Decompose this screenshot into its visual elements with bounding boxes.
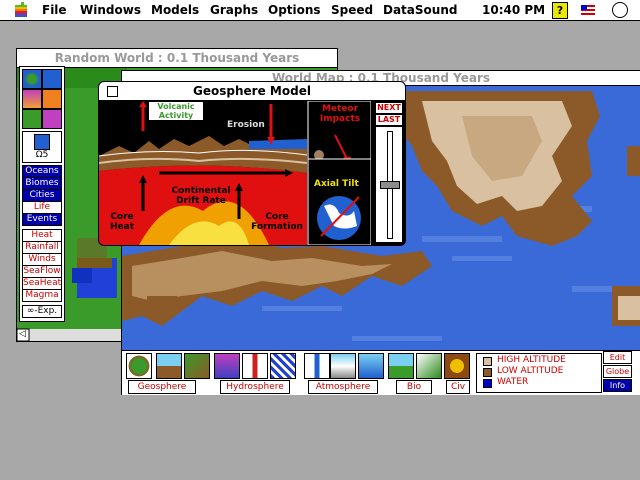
tab-atmosphere[interactable]: Atmosphere <box>308 380 378 394</box>
model-slider[interactable] <box>375 126 403 243</box>
tab-hydrosphere[interactable]: Hydrosphere <box>220 380 290 394</box>
menu-datasound[interactable]: DataSound <box>383 3 457 17</box>
altitude-legend: HIGH ALTITUDE LOW ALTITUDE WATER <box>476 353 602 393</box>
edit-button[interactable]: Edit <box>603 351 632 364</box>
core-formation-label[interactable]: Core Formation <box>249 212 305 232</box>
menu-clock[interactable]: 10:40 PM <box>482 3 545 17</box>
slider-thumb[interactable] <box>380 181 400 189</box>
omega-panel[interactable]: Ω5 <box>22 131 62 163</box>
legend-swatch-high <box>483 357 492 366</box>
world-map-toolbar: Geosphere Hydrosphere Atmosphere Bio Civ… <box>122 350 640 395</box>
omega-label: Ω5 <box>35 150 49 160</box>
grab-tool-icon[interactable] <box>42 89 62 109</box>
geosphere-model-title[interactable]: Geosphere Model <box>99 82 405 101</box>
biome-tool-icon[interactable] <box>388 353 414 379</box>
legend-swatch-low <box>483 368 492 377</box>
omega-icon <box>34 134 50 150</box>
apple-menu-icon[interactable] <box>15 2 29 18</box>
legend-low-altitude: LOW ALTITUDE <box>497 366 564 376</box>
water-tool-icon[interactable] <box>270 353 296 379</box>
thermometer-tool-icon[interactable] <box>242 353 268 379</box>
help-icon[interactable]: ? <box>552 2 568 19</box>
legend-high-altitude: HIGH ALTITUDE <box>497 355 566 365</box>
layer-oceans[interactable]: Oceans <box>23 166 61 178</box>
erase-tool-icon[interactable] <box>42 109 62 129</box>
axial-tilt-label[interactable]: Axial Tilt <box>314 179 359 189</box>
mountain-tool-icon[interactable] <box>156 353 182 379</box>
data-layer-winds[interactable]: Winds <box>23 254 61 266</box>
legend-water: WATER <box>497 377 529 387</box>
globe-tool-icon[interactable] <box>126 353 152 379</box>
layer-list: Oceans Biomes Cities Life Events <box>22 165 62 226</box>
geosphere-model-window[interactable]: Geosphere Model Volcanic Activity Erosio… <box>98 81 406 246</box>
menu-file[interactable]: File <box>42 3 67 17</box>
keyboard-flag-icon[interactable] <box>581 5 595 15</box>
menu-graphs[interactable]: Graphs <box>210 3 258 17</box>
layer-life[interactable]: Life <box>23 202 61 214</box>
hand-tool-icon[interactable] <box>42 69 62 89</box>
air-tool-icon[interactable] <box>358 353 384 379</box>
terrain-tool-icon[interactable] <box>184 353 210 379</box>
move-tool-icon[interactable] <box>22 89 42 109</box>
clouds-tool-icon[interactable] <box>330 353 356 379</box>
place-tool-icon[interactable] <box>22 109 42 129</box>
data-layer-seaflow[interactable]: SeaFlow <box>23 266 61 278</box>
data-layer-magma[interactable]: Magma <box>23 290 61 301</box>
core-heat-label[interactable]: Core Heat <box>105 212 139 232</box>
menu-models[interactable]: Models <box>151 3 199 17</box>
legend-swatch-water <box>483 379 492 388</box>
data-layer-seaheat[interactable]: SeaHeat <box>23 278 61 290</box>
application-menu-icon[interactable] <box>612 2 628 18</box>
continental-drift-label[interactable]: Continental Drift Rate <box>161 186 241 206</box>
close-box-icon[interactable] <box>107 86 118 97</box>
layer-biomes[interactable]: Biomes <box>23 178 61 190</box>
tool-palette: Ω5 Oceans Biomes Cities Life Events Heat… <box>19 66 65 322</box>
civ-face-tool-icon[interactable] <box>444 353 470 379</box>
menu-bar: File Windows Models Graphs Options Speed… <box>0 0 640 21</box>
expand-button[interactable]: ∞-Exp. <box>22 305 62 318</box>
tab-bio[interactable]: Bio <box>396 380 432 394</box>
menu-options[interactable]: Options <box>268 3 321 17</box>
data-layer-rainfall[interactable]: Rainfall <box>23 242 61 254</box>
data-layer-heat[interactable]: Heat <box>23 230 61 242</box>
info-button[interactable]: Info <box>603 379 632 392</box>
next-button[interactable]: NEXT <box>375 102 403 114</box>
world-tool-icon[interactable] <box>22 69 42 89</box>
tab-geosphere[interactable]: Geosphere <box>128 380 196 394</box>
meteor-impacts-label[interactable]: Meteor Impacts <box>314 104 366 124</box>
layer-cities[interactable]: Cities <box>23 190 61 202</box>
scroll-left-arrow-icon[interactable]: ◁ <box>19 329 26 339</box>
menu-speed[interactable]: Speed <box>331 3 373 17</box>
menu-windows[interactable]: Windows <box>80 3 141 17</box>
volcanic-activity-label[interactable]: Volcanic Activity <box>149 102 203 120</box>
creature-tool-icon[interactable] <box>416 353 442 379</box>
tab-civ[interactable]: Civ <box>446 380 470 394</box>
random-world-title[interactable]: Random World : 0.1 Thousand Years <box>17 49 337 68</box>
last-button[interactable]: LAST <box>375 114 403 126</box>
data-layer-list: Heat Rainfall Winds SeaFlow SeaHeat Magm… <box>22 229 62 302</box>
arrows-tool-icon[interactable] <box>214 353 240 379</box>
cold-thermometer-tool-icon[interactable] <box>304 353 330 379</box>
globe-button[interactable]: Globe <box>603 365 632 378</box>
erosion-label[interactable]: Erosion <box>227 120 265 130</box>
layer-events[interactable]: Events <box>23 214 61 225</box>
